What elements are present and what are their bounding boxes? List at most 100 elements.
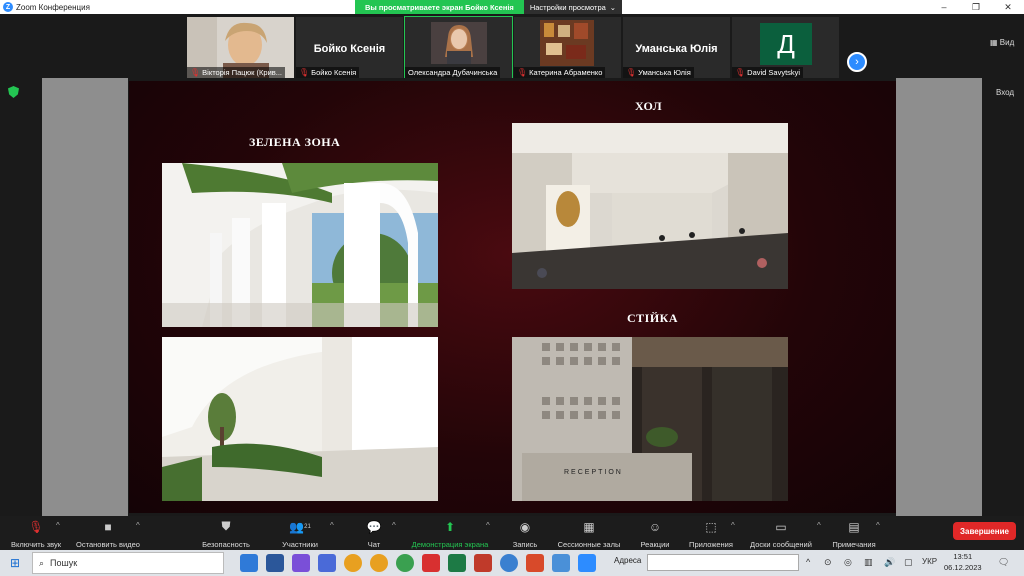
chevron-up-icon[interactable]: ^ <box>817 521 821 530</box>
enter-button[interactable]: Вход <box>996 88 1014 97</box>
clock-time: 13:51 <box>953 552 973 561</box>
chrome-icon[interactable] <box>370 554 388 572</box>
taskbar-search[interactable]: ⌕ Пошук <box>32 552 224 574</box>
security-button[interactable]: ⛊ Безопасность <box>199 519 253 549</box>
app-icon[interactable] <box>474 554 492 572</box>
breakout-rooms-button[interactable]: ▦ Сессионные залы <box>556 519 622 550</box>
close-icon[interactable]: ✕ <box>992 0 1024 14</box>
participant-name: Уманська Юлія <box>638 68 691 77</box>
language-indicator[interactable]: УКР <box>922 557 937 566</box>
address-input[interactable] <box>647 554 799 571</box>
side-panel-left <box>42 78 128 516</box>
chevron-up-icon[interactable]: ^ <box>330 521 334 530</box>
photo-green-zone-1 <box>162 163 438 327</box>
participant-tile-1[interactable]: 🎙 Вікторія Пацюк (Крив... <box>187 17 294 78</box>
camera-icon: ■ <box>104 519 112 534</box>
meeting-toolbar: 🎙 Включить звук ^ ■ Остановить видео ^ ⛊… <box>0 516 1024 550</box>
video-strip: 🎙 Вікторія Пацюк (Крив... Бойко Ксенія 🎙 Б… <box>0 14 1024 79</box>
slide-heading-hall: ХОЛ <box>635 99 663 113</box>
windows-start-icon[interactable]: ⊞ <box>10 556 20 570</box>
chevron-up-icon[interactable]: ^ <box>136 521 140 530</box>
chevron-up-icon[interactable]: ^ <box>806 557 810 567</box>
notification-icon[interactable]: 🗨 <box>998 557 1009 568</box>
address-label: Адреса <box>614 556 642 565</box>
next-page-button[interactable]: › <box>847 52 867 72</box>
participant-tile-4[interactable]: 🎙 Катерина Абраменко <box>514 17 621 78</box>
window-controls: – ❐ ✕ <box>928 0 1024 14</box>
minimize-icon[interactable]: – <box>928 0 960 14</box>
chevron-up-icon[interactable]: ^ <box>392 521 396 530</box>
participant-tile-3[interactable]: Олександра Дубачинська <box>404 16 513 79</box>
participant-name: Вікторія Пацюк (Крив... <box>202 68 283 77</box>
participants-count: 21 <box>304 523 311 530</box>
shield-icon[interactable] <box>8 86 19 98</box>
mic-off-icon: 🎙 <box>28 519 44 534</box>
participant-name: David Savytskyi <box>747 68 801 77</box>
reactions-button[interactable]: ☺ Реакции <box>638 519 672 550</box>
share-screen-icon: ⬆ <box>444 519 456 534</box>
grid-icon: ▦ <box>583 519 595 534</box>
end-meeting-button[interactable]: Завершение <box>953 522 1016 540</box>
zoom-logo-icon: Z <box>3 2 13 12</box>
chrome-icon[interactable] <box>396 554 414 572</box>
record-icon: ◉ <box>519 519 531 534</box>
app-icon[interactable] <box>552 554 570 572</box>
avatar: Д <box>760 23 812 65</box>
tray-icon[interactable]: ◎ <box>844 557 852 568</box>
participant-tile-6[interactable]: Д 🎙 David Savytskyi <box>732 17 839 78</box>
view-button[interactable]: ▦ Вид <box>990 38 1014 47</box>
excel-icon[interactable] <box>448 554 466 572</box>
chevron-up-icon[interactable]: ^ <box>876 521 880 530</box>
app-icon[interactable] <box>500 554 518 572</box>
participant-display-name: Бойко Ксенія <box>313 43 386 55</box>
apps-button[interactable]: ⬚ Приложения <box>686 519 736 550</box>
pdf-icon[interactable] <box>422 554 440 572</box>
tray-icon[interactable]: ▢ <box>904 557 913 568</box>
chevron-up-icon[interactable]: ^ <box>56 521 60 530</box>
powerpoint-icon[interactable] <box>526 554 544 572</box>
mic-off-icon: 🎙 <box>735 68 746 77</box>
photo-reception: RECEPTION <box>512 337 788 501</box>
people-icon: 👥 <box>289 519 305 534</box>
chevron-up-icon[interactable]: ^ <box>731 521 735 530</box>
chevron-right-icon: › <box>855 56 859 68</box>
teams-icon[interactable] <box>318 554 336 572</box>
notes-button[interactable]: ▤ Примечания <box>828 519 880 550</box>
window-title: Zoom Конференция <box>16 2 90 12</box>
participant-tile-5[interactable]: Уманська Юлія 🎙 Уманська Юлія <box>623 17 730 78</box>
volume-icon[interactable]: 🔊 <box>884 557 895 568</box>
edge-icon[interactable] <box>240 554 258 572</box>
restore-icon[interactable]: ❐ <box>960 0 992 14</box>
share-banner: Вы просматриваете экран Бойко Ксенія Нас… <box>355 0 623 14</box>
slide-heading-counter: СТІЙКА <box>627 311 679 325</box>
whiteboards-button[interactable]: ▭ Доски сообщений <box>746 519 816 550</box>
chat-icon: 💬 <box>366 519 382 534</box>
app-icon[interactable] <box>292 554 310 572</box>
chevron-up-icon[interactable]: ^ <box>486 521 490 530</box>
notes-icon: ▤ <box>848 519 860 534</box>
zoom-taskbar-icon[interactable] <box>578 554 596 572</box>
view-options-button[interactable]: Настройки просмотра ⌄ <box>523 0 623 14</box>
stop-video-button[interactable]: ■ Остановить видео <box>74 519 142 550</box>
participant-display-name: Уманська Юлія <box>635 43 718 55</box>
tray-icon[interactable]: ⊙ <box>824 557 832 568</box>
clock[interactable]: 13:51 06.12.2023 <box>944 551 982 573</box>
participant-name: Олександра Дубачинська <box>408 68 498 77</box>
participant-name: Катерина Абраменко <box>529 68 603 77</box>
emoji-icon: ☺ <box>648 519 662 534</box>
chrome-icon[interactable] <box>344 554 362 572</box>
mic-off-icon: 🎙 <box>190 68 201 77</box>
search-icon: ⌕ <box>39 557 45 568</box>
network-icon[interactable]: ▥ <box>864 557 873 568</box>
participants-button[interactable]: 👥 21 Участники <box>279 519 321 550</box>
grid-icon: ▦ <box>990 38 1000 47</box>
participant-tile-2[interactable]: Бойко Ксенія 🎙 Бойко Ксенія <box>296 17 403 78</box>
share-status-text: Вы просматриваете экран Бойко Ксенія <box>355 0 524 14</box>
share-screen-button[interactable]: ⬆ Демонстрация экрана <box>408 519 492 550</box>
word-icon[interactable] <box>266 554 284 572</box>
record-button[interactable]: ◉ Запись <box>510 519 540 550</box>
slide-heading-green-zone: ЗЕЛЕНА ЗОНА <box>249 135 341 149</box>
windows-taskbar: ⊞ ⌕ Пошук Адреса ^ ⊙ ◎ ▥ 🔊 ▢ УКР 13:51 0… <box>0 550 1024 576</box>
whiteboard-icon: ▭ <box>775 519 787 534</box>
chat-button[interactable]: 💬 Чат <box>363 519 385 550</box>
